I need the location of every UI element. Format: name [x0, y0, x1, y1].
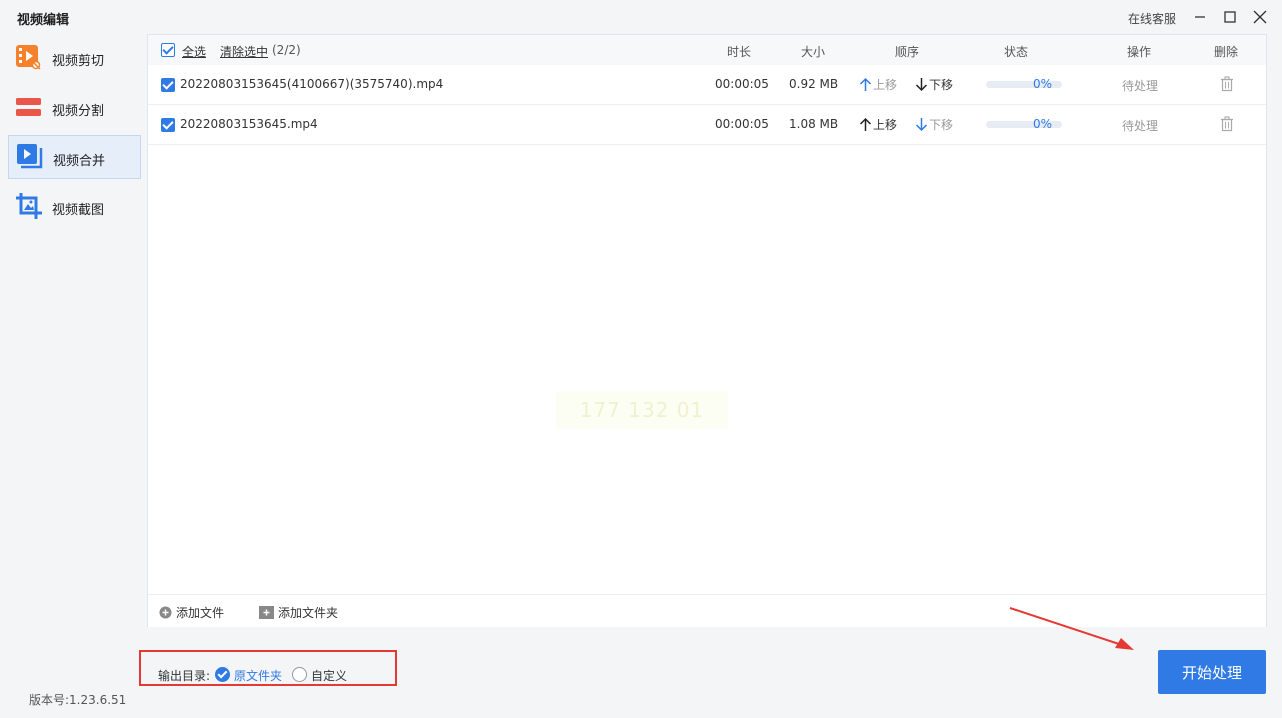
add-file-label: 添加文件 [176, 606, 225, 620]
close-icon[interactable] [1251, 8, 1269, 26]
sidebar-item-label: 视频分割 [52, 104, 105, 119]
arrow-up-icon [859, 77, 872, 91]
column-order: 顺序 [895, 45, 920, 59]
table-row[interactable]: 20220803153645.mp4 00:00:05 1.08 MB 上移 下… [148, 105, 1266, 145]
row-checkbox[interactable] [161, 118, 175, 132]
move-up-label: 上移 [873, 77, 898, 92]
arrow-up-icon [859, 117, 872, 131]
sidebar-item-video-merge[interactable]: 视频合并 [8, 135, 141, 179]
file-duration: 00:00:05 [715, 77, 769, 91]
selected-count: (2/2) [272, 43, 301, 57]
video-screenshot-icon [16, 193, 42, 219]
move-up-button[interactable]: 上移 [859, 75, 897, 93]
file-duration: 00:00:05 [715, 117, 769, 131]
move-down-label: 下移 [929, 117, 954, 132]
maximize-icon[interactable] [1221, 8, 1239, 26]
trash-icon[interactable] [1219, 116, 1235, 132]
sidebar-item-video-screenshot[interactable]: 视频截图 [8, 185, 141, 229]
start-processing-button[interactable]: 开始处理 [1158, 650, 1266, 694]
move-up-label: 上移 [873, 117, 898, 132]
sidebar-item-video-cut[interactable]: 视频剪切 [8, 36, 141, 80]
option-original-folder[interactable]: 原文件夹 [234, 667, 282, 684]
video-merge-icon [17, 144, 43, 169]
sidebar: 视频剪切 视频分割 视频合并 视频截图 [8, 34, 142, 674]
radio-original-folder[interactable] [215, 667, 230, 682]
move-up-button[interactable]: 上移 [859, 115, 897, 133]
file-name: 20220803153645(4100667)(3575740).mp4 [180, 77, 444, 91]
progress-text: 0% [1033, 77, 1053, 91]
sidebar-item-video-split[interactable]: 视频分割 [8, 86, 141, 130]
app-title: 视频编辑 [17, 13, 70, 28]
sidebar-item-label: 视频截图 [52, 203, 105, 218]
radio-custom[interactable] [292, 667, 307, 682]
action-status: 待处理 [1122, 79, 1159, 93]
file-list-panel: 全选 清除选中 (2/2) 时长 大小 顺序 状态 操作 删除 20220803… [147, 34, 1267, 627]
table-header: 全选 清除选中 (2/2) 时长 大小 顺序 状态 操作 删除 [148, 35, 1266, 65]
clear-selected-link[interactable]: 清除选中 [220, 43, 268, 60]
action-status: 待处理 [1122, 119, 1159, 133]
add-folder-label: 添加文件夹 [278, 606, 339, 620]
add-folder-button[interactable]: 添加文件夹 [259, 604, 338, 621]
video-cut-icon [16, 45, 41, 70]
table-row[interactable]: 20220803153645(4100667)(3575740).mp4 00:… [148, 65, 1266, 105]
output-directory-label: 输出目录: [158, 669, 211, 683]
arrow-down-icon [915, 77, 928, 91]
trash-icon[interactable] [1219, 76, 1235, 92]
video-split-icon [16, 98, 41, 116]
move-down-button[interactable]: 下移 [915, 115, 953, 133]
move-down-label: 下移 [929, 77, 954, 92]
progress-text: 0% [1033, 117, 1053, 131]
column-duration: 时长 [727, 45, 752, 59]
row-checkbox[interactable] [161, 78, 175, 92]
add-folder-icon [259, 606, 274, 619]
add-circle-icon [159, 606, 172, 619]
annotation-arrow [1009, 607, 1134, 650]
online-support-link[interactable]: 在线客服 [1128, 10, 1176, 27]
column-delete: 删除 [1214, 45, 1239, 59]
select-all-checkbox[interactable] [161, 43, 175, 57]
column-size: 大小 [801, 45, 826, 59]
sidebar-item-label: 视频剪切 [52, 54, 105, 69]
file-size: 0.92 MB [789, 77, 839, 91]
select-all-link[interactable]: 全选 [182, 43, 206, 60]
sidebar-item-label: 视频合并 [53, 154, 106, 169]
file-name: 20220803153645.mp4 [180, 117, 318, 131]
option-custom[interactable]: 自定义 [311, 667, 347, 684]
version-label: 版本号:1.23.6.51 [29, 693, 127, 707]
column-action: 操作 [1127, 45, 1152, 59]
title-bar: 视频编辑 在线客服 [0, 0, 1282, 34]
column-status: 状态 [1004, 45, 1029, 59]
watermark: 177 132 01 [556, 391, 728, 429]
minimize-icon[interactable] [1191, 8, 1209, 26]
file-size: 1.08 MB [789, 117, 839, 131]
add-file-button[interactable]: 添加文件 [159, 604, 224, 621]
arrow-down-icon [915, 117, 928, 131]
output-directory-group: 输出目录: 原文件夹 自定义 [139, 650, 397, 686]
move-down-button[interactable]: 下移 [915, 75, 953, 93]
